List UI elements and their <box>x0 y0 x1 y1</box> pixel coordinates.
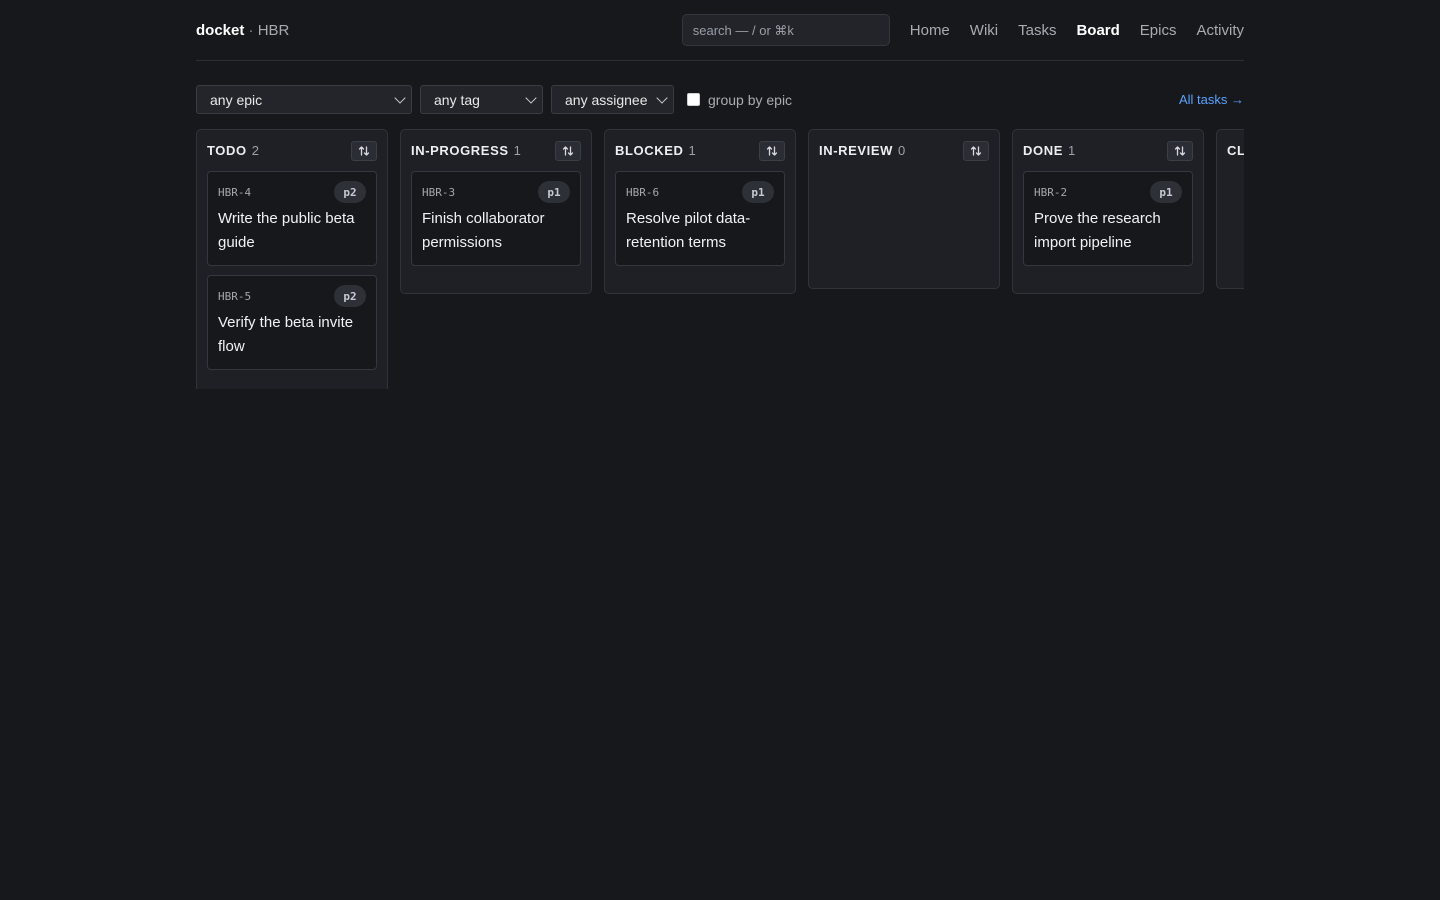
column-count: 0 <box>898 143 906 158</box>
column-title: IN-REVIEW <box>819 143 894 158</box>
task-title: Finish collaborator permissions <box>422 210 545 251</box>
group-by-epic-checkbox[interactable] <box>687 93 700 106</box>
column-done: DONE 1 HBR-2 p1 Prove the research impor… <box>1012 129 1204 294</box>
column-count: 1 <box>513 143 521 158</box>
column-count: 1 <box>688 143 696 158</box>
task-title: Verify the beta invite flow <box>218 314 354 355</box>
sort-arrows-icon <box>358 145 370 156</box>
nav-tasks[interactable]: Tasks <box>1018 22 1056 39</box>
task-card[interactable]: HBR-4 p2 Write the public beta guide <box>207 171 377 266</box>
column-blocked: BLOCKED 1 HBR-6 p1 Resolve pilot data-re… <box>604 129 796 294</box>
priority-badge: p2 <box>334 181 366 203</box>
task-card[interactable]: HBR-2 p1 Prove the research import pipel… <box>1023 171 1193 266</box>
column-header: IN-REVIEW 0 <box>819 130 989 171</box>
nav-epics[interactable]: Epics <box>1140 22 1177 39</box>
sort-button[interactable] <box>1167 140 1193 161</box>
column-header: CL <box>1227 130 1244 171</box>
sort-button[interactable] <box>759 140 785 161</box>
epic-filter-select[interactable]: any epic <box>196 85 412 114</box>
chevron-down-icon <box>525 91 537 104</box>
column-title: DONE <box>1023 143 1063 158</box>
brand-name: docket <box>196 21 245 39</box>
column-header: BLOCKED 1 <box>615 130 785 171</box>
column-header: TODO 2 <box>207 130 377 171</box>
task-key: HBR-6 <box>626 185 660 199</box>
task-card[interactable]: HBR-6 p1 Resolve pilot data-retention te… <box>615 171 785 266</box>
sort-arrows-icon <box>970 145 982 156</box>
sort-button[interactable] <box>351 140 377 161</box>
filter-bar: any epic any tag any assignee group by e… <box>196 85 1244 114</box>
group-by-epic-toggle[interactable]: group by epic <box>687 92 792 108</box>
chevron-down-icon <box>656 91 668 104</box>
task-key: HBR-3 <box>422 185 456 199</box>
sort-arrows-icon <box>1174 145 1186 156</box>
column-todo: TODO 2 HBR-4 p2 Write the public beta gu… <box>196 129 388 389</box>
epic-filter-value: any epic <box>210 91 263 108</box>
nav-activity[interactable]: Activity <box>1196 22 1244 39</box>
priority-badge: p2 <box>334 285 366 307</box>
brand-separator: · <box>248 21 254 39</box>
sort-arrows-icon <box>766 145 778 156</box>
priority-badge: p1 <box>1150 181 1182 203</box>
task-title: Resolve pilot data-retention terms <box>626 210 751 251</box>
column-count: 1 <box>1067 143 1076 158</box>
column-in-progress: IN-PROGRESS 1 HBR-3 p1 Finish collaborat… <box>400 129 592 294</box>
column-header: DONE 1 <box>1023 130 1193 171</box>
column-in-review: IN-REVIEW 0 <box>808 129 1000 289</box>
assignee-filter-select[interactable]: any assignee <box>551 85 674 114</box>
nav-home[interactable]: Home <box>910 22 950 39</box>
task-key: HBR-2 <box>1034 185 1068 199</box>
brand[interactable]: docket · HBR <box>196 22 289 39</box>
task-title: Prove the research import pipeline <box>1034 210 1161 251</box>
sort-button[interactable] <box>555 140 581 161</box>
tag-filter-select[interactable]: any tag <box>420 85 543 114</box>
task-key: HBR-5 <box>218 289 252 303</box>
column-header: IN-PROGRESS 1 <box>411 130 581 171</box>
search-input[interactable] <box>681 14 890 46</box>
column-title: IN-PROGRESS <box>411 143 509 158</box>
main-nav: Home Wiki Tasks Board Epics Activity <box>910 22 1244 39</box>
assignee-filter-value: any assignee <box>565 91 648 108</box>
project-key: HBR <box>257 21 290 39</box>
group-by-epic-label: group by epic <box>708 91 793 108</box>
column-title: CL <box>1227 143 1244 158</box>
column-closed-partial: CL <box>1216 129 1244 289</box>
all-tasks-link[interactable]: All tasks → <box>1179 92 1244 107</box>
column-count: 2 <box>251 143 259 158</box>
tag-filter-value: any tag <box>434 91 480 108</box>
task-card[interactable]: HBR-3 p1 Finish collaborator permissions <box>411 171 581 266</box>
kanban-board: TODO 2 HBR-4 p2 Write the public beta gu… <box>196 129 1244 389</box>
sort-arrows-icon <box>562 145 574 156</box>
task-card[interactable]: HBR-5 p2 Verify the beta invite flow <box>207 275 377 370</box>
column-title: TODO <box>207 143 247 158</box>
task-title: Write the public beta guide <box>218 210 355 251</box>
column-title: BLOCKED <box>615 143 684 158</box>
nav-board[interactable]: Board <box>1076 22 1119 39</box>
priority-badge: p1 <box>538 181 570 203</box>
top-bar: docket · HBR Home Wiki Tasks Board Epics… <box>196 0 1244 61</box>
priority-badge: p1 <box>742 181 774 203</box>
sort-button[interactable] <box>963 140 989 161</box>
chevron-down-icon <box>394 91 406 104</box>
task-key: HBR-4 <box>218 185 252 199</box>
nav-wiki[interactable]: Wiki <box>970 22 998 39</box>
